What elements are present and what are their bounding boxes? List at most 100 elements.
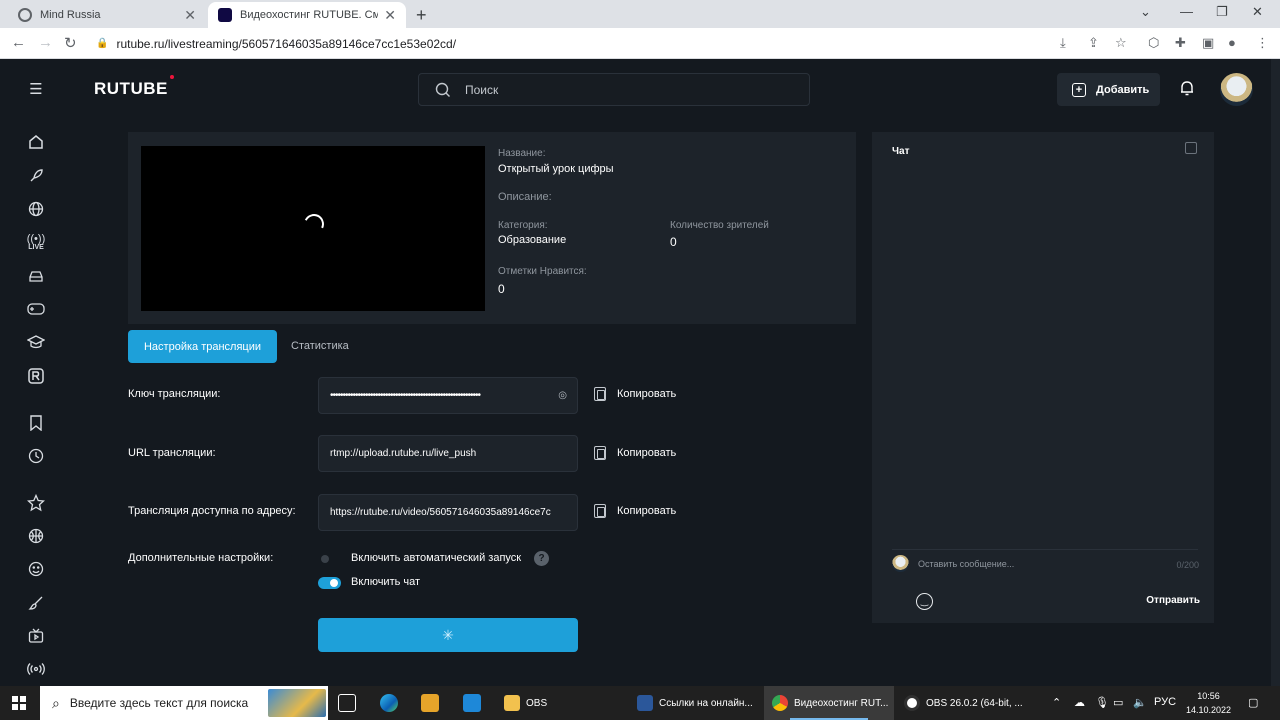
- tab-statistics[interactable]: Статистика: [291, 340, 349, 352]
- stream-url-value: rtmp://upload.rutube.ru/live_push: [330, 448, 477, 459]
- taskbar-app-word[interactable]: Ссылки на онлайн...: [631, 686, 759, 720]
- install-app-icon[interactable]: ⤓: [1060, 35, 1066, 51]
- new-tab-icon[interactable]: +: [416, 5, 427, 26]
- rocket-icon[interactable]: [24, 164, 48, 188]
- extensions-puzzle-icon[interactable]: ✚: [1175, 35, 1186, 51]
- notifications-icon[interactable]: ▢: [1248, 696, 1258, 709]
- rutube-favicon-icon: [218, 8, 232, 22]
- taskbar-app-chrome[interactable]: Видеохостинг RUT...: [764, 686, 894, 720]
- stream-key-field[interactable]: ••••••••••••••••••••••••••••••••••••••••…: [318, 377, 578, 414]
- start-stream-button[interactable]: ✳: [318, 618, 578, 652]
- category-label: Категория:: [498, 220, 548, 231]
- side-panel-icon[interactable]: ▣: [1202, 35, 1214, 51]
- education-icon[interactable]: [24, 330, 48, 354]
- autostart-toggle[interactable]: [318, 553, 341, 565]
- home-icon[interactable]: [24, 130, 48, 154]
- chrome-icon: [772, 695, 788, 711]
- tv-icon[interactable]: [24, 624, 48, 648]
- taskbar-clock[interactable]: 10:56 14.10.2022: [1186, 689, 1231, 717]
- gamepad-icon[interactable]: [24, 297, 48, 321]
- taskbar-search[interactable]: ⌕ Введите здесь текст для поиска: [40, 686, 328, 720]
- task-view-icon[interactable]: [338, 694, 356, 712]
- send-button[interactable]: Отправить: [1146, 595, 1200, 606]
- minimize-icon[interactable]: —: [1180, 4, 1193, 19]
- cloud-icon[interactable]: ☁: [1074, 696, 1085, 709]
- tab-search-icon[interactable]: ⌄: [1140, 4, 1151, 20]
- network-icon[interactable]: ▭: [1113, 696, 1123, 709]
- button-loading-spinner-icon: ✳: [442, 626, 454, 643]
- maximize-icon[interactable]: ❐: [1216, 4, 1228, 20]
- add-button[interactable]: + Добавить: [1057, 73, 1160, 106]
- edge-icon[interactable]: [380, 694, 398, 712]
- search-icon[interactable]: [435, 82, 451, 98]
- public-url-field[interactable]: https://rutube.ru/video/560571646035a891…: [318, 494, 578, 531]
- more-menu-icon[interactable]: ⋮: [1256, 35, 1269, 51]
- rutube-r-icon[interactable]: [24, 364, 48, 388]
- store-icon[interactable]: [421, 694, 439, 712]
- volume-icon[interactable]: 🔈: [1133, 696, 1147, 709]
- word-icon: [637, 695, 653, 711]
- tray-overflow-icon[interactable]: ⌃: [1052, 696, 1061, 709]
- input-language[interactable]: РУС: [1154, 696, 1176, 708]
- clock-date: 14.10.2022: [1186, 705, 1232, 715]
- stream-url-field[interactable]: rtmp://upload.rutube.ru/live_push: [318, 435, 578, 472]
- taskbar-app-obs-folder[interactable]: OBS: [498, 686, 626, 720]
- broadcast-icon[interactable]: [24, 657, 48, 681]
- taskbar-app-obs-studio[interactable]: OBS 26.0.2 (64-bit, ...: [898, 686, 1028, 720]
- taskbar-app-label: OBS 26.0.2 (64-bit, ...: [926, 697, 1023, 709]
- search-input[interactable]: [465, 82, 785, 97]
- globe-icon[interactable]: [24, 197, 48, 221]
- loading-spinner-icon: [301, 211, 327, 237]
- emoji-icon[interactable]: ‿: [916, 593, 933, 610]
- copy-url-button[interactable]: Копировать: [594, 446, 676, 460]
- copy-key-button[interactable]: Копировать: [594, 387, 676, 401]
- search-box[interactable]: [418, 73, 810, 106]
- likes-value: 0: [498, 282, 505, 296]
- notifications-bell-icon[interactable]: [1180, 80, 1194, 99]
- bookmark-icon[interactable]: [24, 411, 48, 435]
- live-icon[interactable]: ((•)) LIVE: [24, 230, 48, 254]
- site-header: RUTUBE + Добавить: [0, 59, 1271, 119]
- video-preview[interactable]: [141, 146, 485, 311]
- stream-url-label: URL трансляции:: [128, 447, 216, 459]
- sport-ball-icon[interactable]: [24, 524, 48, 548]
- chat-char-counter: 0/200: [1176, 560, 1199, 570]
- chat-message-input[interactable]: [918, 554, 1154, 574]
- bookmark-star-icon[interactable]: ☆: [1115, 35, 1127, 51]
- logo-text: RUTUBE: [94, 79, 168, 98]
- profile-icon[interactable]: ●: [1228, 35, 1236, 50]
- tab-stream-settings[interactable]: Настройка трансляции: [128, 330, 277, 363]
- windows-start-icon[interactable]: [12, 696, 26, 710]
- chat-toggle[interactable]: [318, 577, 341, 589]
- browser-tab-mind-russia[interactable]: Mind Russia ✕: [8, 2, 206, 28]
- microphone-icon[interactable]: 🎙: [1095, 696, 1109, 709]
- forward-icon[interactable]: →: [38, 34, 53, 51]
- help-icon[interactable]: ?: [534, 551, 549, 566]
- close-window-icon[interactable]: ✕: [1252, 4, 1263, 20]
- copy-public-url-button[interactable]: Копировать: [594, 504, 676, 518]
- mail-icon[interactable]: [463, 694, 481, 712]
- url-text: rutube.ru/livestreaming/560571646035a891…: [116, 36, 457, 51]
- obs-icon: [904, 695, 920, 711]
- show-key-eye-icon[interactable]: ◎: [558, 390, 567, 401]
- rutube-logo[interactable]: RUTUBE: [94, 75, 174, 99]
- back-icon[interactable]: ←: [11, 34, 26, 51]
- reload-icon[interactable]: ↻: [64, 34, 77, 52]
- close-tab-icon[interactable]: ✕: [184, 7, 196, 24]
- star-icon[interactable]: [24, 491, 48, 515]
- history-icon[interactable]: [24, 444, 48, 468]
- browser-tab-rutube[interactable]: Видеохостинг RUTUBE. Смотри ✕: [208, 2, 406, 28]
- smile-icon[interactable]: [24, 557, 48, 581]
- copy-icon: [594, 387, 606, 401]
- address-bar[interactable]: 🔒 rutube.ru/livestreaming/560571646035a8…: [90, 32, 1140, 55]
- extension-icon[interactable]: ⬡: [1148, 35, 1159, 51]
- user-avatar[interactable]: [1220, 73, 1253, 106]
- close-tab-icon[interactable]: ✕: [384, 7, 396, 24]
- share-icon[interactable]: ⇪: [1088, 35, 1099, 51]
- open-chat-popout-icon[interactable]: [1185, 142, 1197, 154]
- browser-toolbar: ← → ↻ 🔒 rutube.ru/livestreaming/56057164…: [0, 28, 1280, 59]
- page-scrollbar[interactable]: [1271, 59, 1280, 686]
- car-icon[interactable]: [24, 264, 48, 288]
- brush-icon[interactable]: [24, 591, 48, 615]
- mind-russia-favicon-icon: [18, 8, 32, 22]
